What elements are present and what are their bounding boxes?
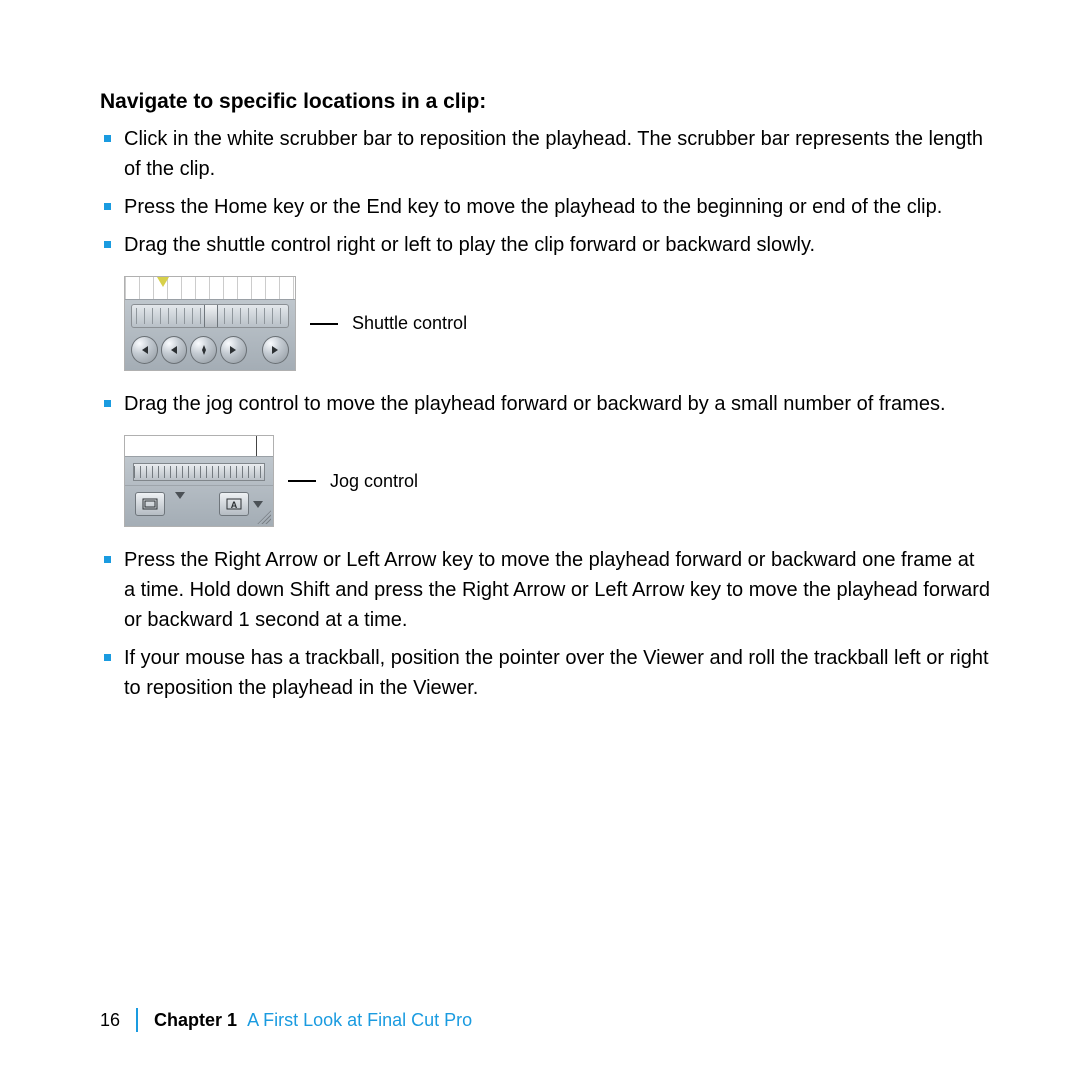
stop-button-icon bbox=[190, 336, 217, 364]
bullet-list-top: Click in the white scrubber bar to repos… bbox=[100, 124, 990, 260]
bullet-item: Press the Home key or the End key to mov… bbox=[100, 192, 990, 222]
dropdown-icon bbox=[175, 492, 185, 499]
letter-a-button-icon: A bbox=[219, 492, 249, 516]
play-button-icon bbox=[220, 336, 247, 364]
shuttle-callout-label: Shuttle control bbox=[352, 313, 467, 334]
jog-top-strip bbox=[125, 436, 273, 457]
shuttle-control-figure bbox=[124, 276, 296, 371]
footer-divider bbox=[136, 1008, 138, 1032]
dropdown-icon bbox=[253, 501, 263, 508]
chapter-title: A First Look at Final Cut Pro bbox=[247, 1010, 472, 1031]
transport-button-row bbox=[125, 332, 295, 370]
play-reverse-button-icon bbox=[161, 336, 188, 364]
document-page: Navigate to specific locations in a clip… bbox=[0, 0, 1080, 1080]
resize-grip-icon bbox=[257, 510, 271, 524]
shuttle-knob-icon bbox=[204, 304, 218, 328]
playhead-icon bbox=[157, 277, 169, 287]
previous-button-icon bbox=[131, 336, 158, 364]
callout-line bbox=[288, 480, 316, 482]
section-heading: Navigate to specific locations in a clip… bbox=[100, 90, 990, 114]
scrubber-bar bbox=[125, 277, 295, 300]
callout-line bbox=[310, 323, 338, 325]
page-number: 16 bbox=[100, 1010, 136, 1031]
jog-control-figure: A bbox=[124, 435, 274, 527]
jog-callout-label: Jog control bbox=[330, 471, 418, 492]
filmstrip-button-icon bbox=[135, 492, 165, 516]
bullet-item: Drag the jog control to move the playhea… bbox=[100, 389, 990, 419]
jog-wheel bbox=[133, 463, 265, 481]
bullet-item: If your mouse has a trackball, position … bbox=[100, 643, 990, 703]
bullet-item: Press the Right Arrow or Left Arrow key … bbox=[100, 545, 990, 635]
bullet-item: Drag the shuttle control right or left t… bbox=[100, 230, 990, 260]
bullet-list-bottom: Press the Right Arrow or Left Arrow key … bbox=[100, 545, 990, 703]
bullet-item: Click in the white scrubber bar to repos… bbox=[100, 124, 990, 184]
chapter-label: Chapter 1 bbox=[154, 1010, 237, 1031]
bullet-list-mid: Drag the jog control to move the playhea… bbox=[100, 389, 990, 419]
shuttle-figure-row: Shuttle control bbox=[124, 276, 990, 371]
next-button-icon bbox=[262, 336, 289, 364]
jog-figure-row: A Jog control bbox=[124, 435, 990, 527]
page-footer: 16 Chapter 1 A First Look at Final Cut P… bbox=[100, 1008, 472, 1032]
jog-bottom-row: A bbox=[125, 485, 273, 526]
shuttle-track bbox=[131, 304, 289, 328]
svg-text:A: A bbox=[231, 500, 238, 510]
